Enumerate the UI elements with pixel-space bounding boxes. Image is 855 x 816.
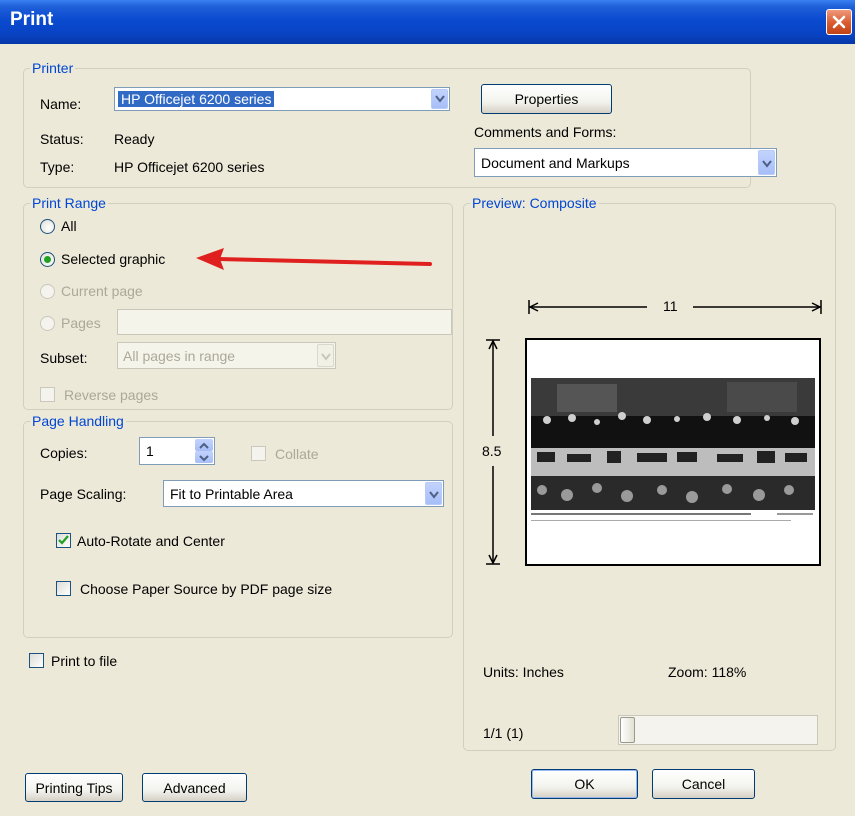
- printer-name-value: HP Officejet 6200 series: [118, 91, 275, 107]
- radio-pages-label[interactable]: Pages: [61, 315, 101, 331]
- chevron-down-icon[interactable]: [317, 344, 334, 367]
- subset-value: All pages in range: [123, 348, 236, 364]
- checkmark-icon: [58, 535, 69, 545]
- printing-tips-button[interactable]: Printing Tips: [25, 773, 123, 802]
- collate-label[interactable]: Collate: [275, 446, 319, 462]
- radio-current-page-label[interactable]: Current page: [61, 283, 143, 299]
- auto-rotate-checkbox[interactable]: [56, 533, 71, 548]
- print-range-group: Print Range: [23, 195, 453, 410]
- page-scaling-select[interactable]: Fit to Printable Area: [163, 480, 444, 507]
- red-arrow-icon: [196, 248, 432, 270]
- print-to-file-checkbox[interactable]: [29, 653, 44, 668]
- spin-up-icon[interactable]: [195, 439, 213, 451]
- comments-forms-select[interactable]: Document and Markups: [474, 148, 777, 177]
- slider-thumb[interactable]: [620, 717, 635, 743]
- reverse-pages-checkbox[interactable]: [40, 387, 55, 402]
- cancel-button[interactable]: Cancel: [652, 769, 755, 799]
- auto-rotate-label[interactable]: Auto-Rotate and Center: [77, 533, 225, 549]
- status-label: Status:: [40, 131, 84, 147]
- window-title: Print: [10, 9, 54, 30]
- spin-down-icon[interactable]: [195, 451, 213, 463]
- type-label: Type:: [40, 159, 75, 175]
- ok-button[interactable]: OK: [531, 769, 638, 799]
- print-to-file-label[interactable]: Print to file: [51, 653, 117, 669]
- radio-all-label[interactable]: All: [61, 218, 77, 234]
- page-indicator: 1/1 (1): [483, 725, 524, 741]
- page-scaling-value: Fit to Printable Area: [170, 486, 293, 502]
- zoom-label: Zoom: 118%: [668, 664, 747, 680]
- preview-photo: [531, 378, 815, 521]
- page-scaling-label: Page Scaling:: [40, 486, 127, 502]
- width-dimension-label: 11: [663, 298, 678, 314]
- printer-name-label: Name:: [40, 96, 82, 112]
- close-icon: [832, 15, 846, 29]
- title-bar[interactable]: Print: [0, 0, 855, 44]
- status-value: Ready: [114, 131, 155, 147]
- paper-source-checkbox[interactable]: [56, 581, 71, 596]
- preview-label: Preview: Composite: [472, 195, 597, 211]
- height-dimension-label: 8.5: [482, 443, 502, 459]
- reverse-pages-label[interactable]: Reverse pages: [64, 387, 158, 403]
- comments-forms-value: Document and Markups: [481, 155, 630, 171]
- page-slider[interactable]: [618, 715, 818, 745]
- radio-selected-graphic-label[interactable]: Selected graphic: [61, 251, 165, 267]
- subset-select[interactable]: All pages in range: [117, 342, 336, 369]
- subset-label: Subset:: [40, 350, 88, 366]
- paper-source-label[interactable]: Choose Paper Source by PDF page size: [80, 581, 332, 597]
- page-handling-label: Page Handling: [32, 413, 124, 429]
- collate-checkbox[interactable]: [251, 446, 266, 461]
- units-label: Units: Inches: [483, 664, 564, 680]
- copies-value: 1: [146, 443, 154, 459]
- comments-forms-label: Comments and Forms:: [474, 124, 617, 140]
- printer-group-label: Printer: [32, 60, 74, 76]
- radio-current-page[interactable]: [40, 284, 55, 299]
- preview-page: [525, 338, 821, 566]
- close-button[interactable]: [826, 9, 852, 35]
- chevron-down-icon[interactable]: [425, 482, 442, 505]
- chevron-down-icon[interactable]: [431, 89, 448, 109]
- advanced-button[interactable]: Advanced: [142, 773, 247, 802]
- print-range-label: Print Range: [32, 195, 106, 211]
- chevron-down-icon[interactable]: [758, 150, 775, 175]
- copies-stepper[interactable]: 1: [139, 437, 215, 465]
- radio-all[interactable]: [40, 219, 55, 234]
- pages-input[interactable]: [117, 309, 452, 335]
- radio-pages[interactable]: [40, 316, 55, 331]
- printer-name-select[interactable]: HP Officejet 6200 series: [114, 87, 450, 111]
- properties-button[interactable]: Properties: [481, 84, 612, 114]
- type-value: HP Officejet 6200 series: [114, 159, 265, 175]
- copies-label: Copies:: [40, 445, 88, 461]
- page-handling-group: Page Handling: [23, 413, 453, 638]
- radio-selected-graphic[interactable]: [40, 252, 55, 267]
